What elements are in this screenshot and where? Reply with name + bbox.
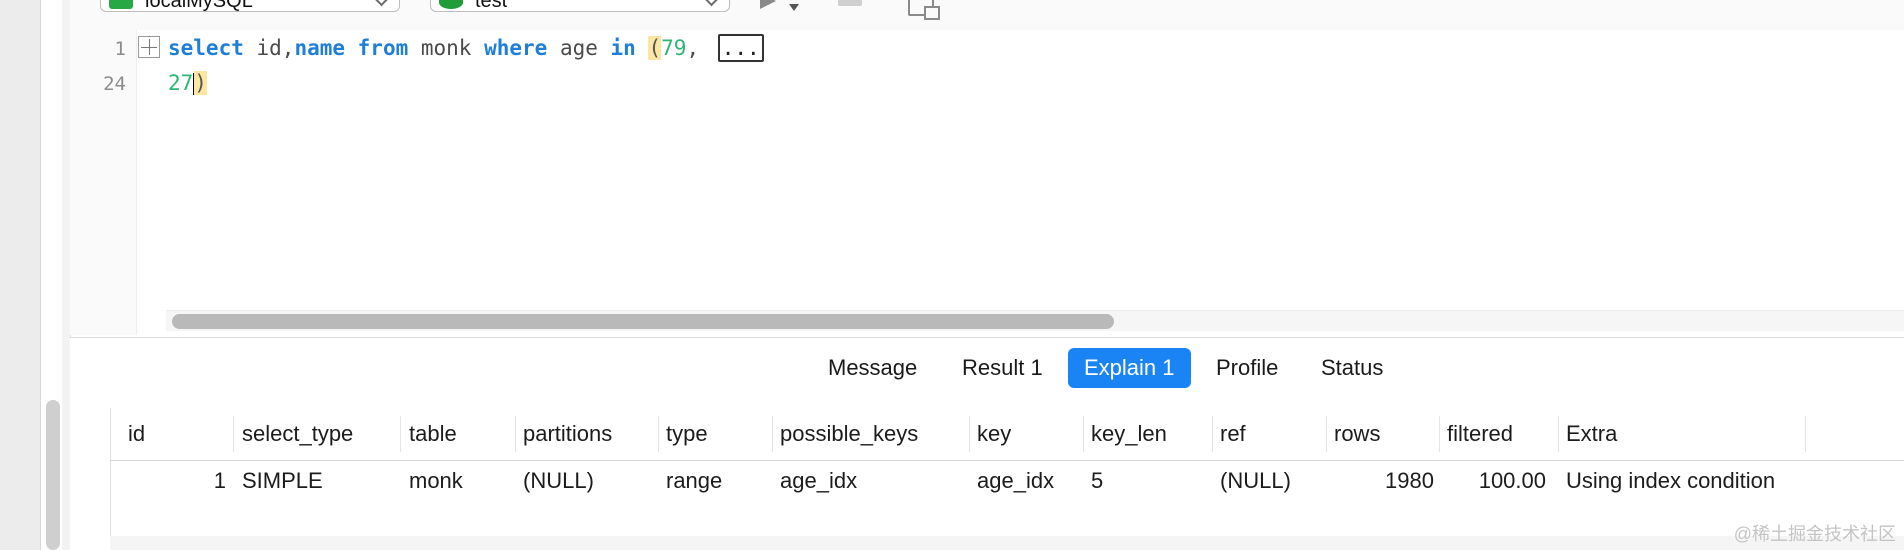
column-header[interactable]: ref xyxy=(1220,408,1246,460)
left-panel-scrollbar[interactable] xyxy=(46,400,60,550)
comma: , xyxy=(686,36,712,60)
database-select[interactable]: test xyxy=(430,0,730,12)
table-name: monk xyxy=(408,36,485,60)
column-divider[interactable] xyxy=(1805,416,1806,452)
cell-key-len[interactable]: 5 xyxy=(1091,460,1103,502)
column-header[interactable]: filtered xyxy=(1447,408,1513,460)
cell-key[interactable]: age_idx xyxy=(977,460,1054,502)
keyword-where: where xyxy=(484,36,548,60)
line-number: 24 xyxy=(103,73,126,95)
row-number-column xyxy=(70,408,111,550)
column-divider[interactable] xyxy=(658,416,659,452)
connection-icon xyxy=(109,0,133,9)
column-divider[interactable] xyxy=(772,416,773,452)
column-header[interactable]: select_type xyxy=(242,408,353,460)
column-header[interactable]: possible_keys xyxy=(780,408,918,460)
column-id: id, xyxy=(243,36,295,60)
column-divider[interactable] xyxy=(1558,416,1559,452)
tab-explain-1[interactable]: Explain 1 xyxy=(1068,348,1191,388)
editor-scroll-thumb[interactable] xyxy=(172,314,1114,329)
stop-icon[interactable] xyxy=(838,0,862,6)
cell-extra[interactable]: Using index condition xyxy=(1566,460,1775,502)
number-literal: 79 xyxy=(661,36,687,60)
cell-filtered[interactable]: 100.00 xyxy=(1447,460,1546,502)
column-divider[interactable] xyxy=(400,416,401,452)
cell-table[interactable]: monk xyxy=(409,460,463,502)
column-divider[interactable] xyxy=(1083,416,1084,452)
column-divider[interactable] xyxy=(969,416,970,452)
cell-select-type[interactable]: SIMPLE xyxy=(242,460,323,502)
cell-partitions[interactable]: (NULL) xyxy=(523,460,594,502)
connection-select[interactable]: localMySQL xyxy=(100,0,400,12)
watermark: @稀土掘金技术社区 xyxy=(1733,524,1896,544)
chevron-down-icon xyxy=(703,0,720,7)
tab-profile[interactable]: Profile xyxy=(1200,348,1294,388)
line-number-gutter: 1 24 xyxy=(70,30,137,335)
fold-toggle-icon[interactable] xyxy=(138,36,160,58)
column-divider[interactable] xyxy=(515,416,516,452)
tab-status[interactable]: Status xyxy=(1305,348,1399,388)
table-row[interactable]: 1 SIMPLE monk (NULL) range age_idx age_i… xyxy=(110,460,1904,502)
cell-possible-keys[interactable]: age_idx xyxy=(780,460,857,502)
column-age: age xyxy=(547,36,611,60)
line-number: 1 xyxy=(114,38,126,60)
column-divider[interactable] xyxy=(1326,416,1327,452)
column-divider[interactable] xyxy=(1439,416,1440,452)
code-line-1[interactable]: select id,name from monk where age in (7… xyxy=(168,34,764,62)
chevron-down-icon xyxy=(373,0,390,7)
tab-message[interactable]: Message xyxy=(812,348,933,388)
keyword-select: select xyxy=(168,36,244,60)
cell-ref[interactable]: (NULL) xyxy=(1220,460,1291,502)
open-paren: ( xyxy=(648,36,662,60)
number-literal: 27 xyxy=(168,71,194,95)
table-header-row: id select_type table partitions type pos… xyxy=(110,408,1904,461)
column-header[interactable]: id xyxy=(128,408,145,460)
empty-row xyxy=(110,536,1904,550)
column-header[interactable]: key_len xyxy=(1091,408,1167,460)
cell-type[interactable]: range xyxy=(666,460,722,502)
column-header[interactable]: type xyxy=(666,408,708,460)
keyword-from: from xyxy=(345,36,409,60)
sql-editor[interactable]: 1 24 xyxy=(70,30,1904,335)
close-paren: ) xyxy=(194,71,207,95)
keyword-name: name xyxy=(294,36,346,60)
database-icon xyxy=(439,0,463,9)
tab-result-1[interactable]: Result 1 xyxy=(946,348,1059,388)
column-header[interactable]: Extra xyxy=(1566,408,1617,460)
column-header[interactable]: key xyxy=(977,408,1011,460)
run-icon[interactable] xyxy=(760,0,776,9)
left-panel-strip xyxy=(0,0,41,550)
cell-rows[interactable]: 1980 xyxy=(1334,460,1434,502)
code-line-2[interactable]: 27) xyxy=(168,69,207,97)
column-divider[interactable] xyxy=(233,416,234,452)
cell-id[interactable]: 1 xyxy=(110,460,226,502)
column-header[interactable]: partitions xyxy=(523,408,612,460)
run-options-caret-icon[interactable] xyxy=(789,4,799,11)
connection-label: localMySQL xyxy=(145,0,253,12)
explain-icon[interactable] xyxy=(908,0,940,20)
column-header[interactable]: rows xyxy=(1334,408,1380,460)
database-label: test xyxy=(475,0,508,12)
column-header[interactable]: table xyxy=(409,408,457,460)
column-divider[interactable] xyxy=(1212,416,1213,452)
folded-region-button[interactable]: ... xyxy=(717,34,764,62)
keyword-in: in xyxy=(610,36,636,60)
